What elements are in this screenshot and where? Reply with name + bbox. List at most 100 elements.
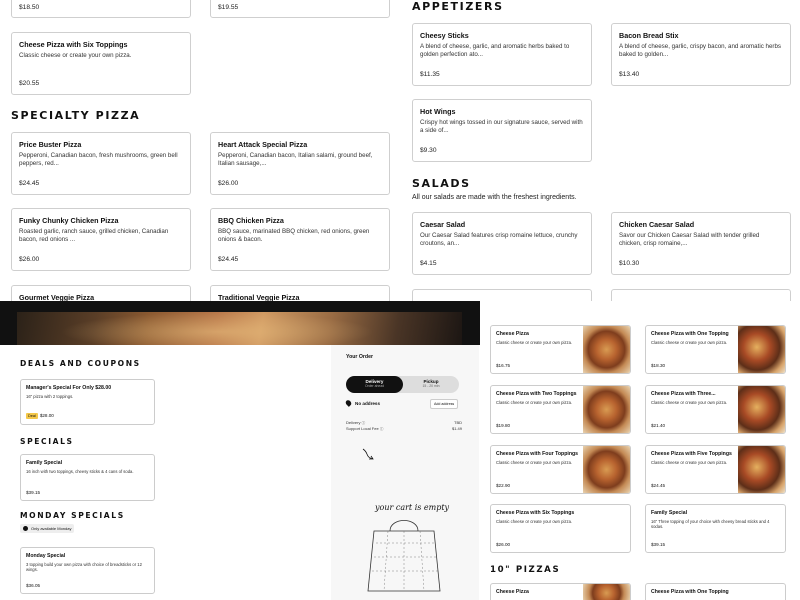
item-price: $24.45 xyxy=(218,256,239,263)
row-label: Delivery xyxy=(346,420,361,425)
menu-item-card[interactable]: Cheese Pizza with Two Toppings Classic c… xyxy=(490,385,631,434)
menu-item-card[interactable]: Chicken Caesar Salad Savor our Chicken C… xyxy=(611,212,791,275)
item-price: $19.80 xyxy=(496,423,511,428)
empty-cart-text: your cart is empty xyxy=(375,503,450,512)
item-title: Hot Wings xyxy=(420,107,456,116)
item-description: A blend of cheese, garlic, and aromatic … xyxy=(420,43,570,59)
section-heading-appetizers: appetizers xyxy=(412,0,504,13)
menu-item-card[interactable]: $19.55 xyxy=(210,0,390,18)
item-price: $4.15 xyxy=(420,260,437,267)
address-row: No address xyxy=(344,399,380,407)
menu-item-card[interactable]: $18.50 xyxy=(11,0,191,18)
item-description: Crispy hot wings tossed in our signature… xyxy=(420,119,583,135)
menu-item-card[interactable]: Cheese Pizza with Five Toppings Classic … xyxy=(645,445,786,494)
support-fee-row: Support Local Fee ⓘ $1.49 xyxy=(346,426,462,432)
menu-item-card[interactable]: Caesar Salad Our Caesar Salad features c… xyxy=(412,212,592,275)
pizza-image xyxy=(738,446,785,493)
item-price: $36.05 xyxy=(26,583,41,588)
deal-card[interactable]: Manager's Special For Only $28.00 16" pi… xyxy=(20,379,155,425)
item-title: Monday Special xyxy=(26,553,66,559)
row-value: $1.49 xyxy=(451,426,462,431)
item-price: $22.90 xyxy=(496,483,511,488)
item-description: Classic cheese or create your own pizza. xyxy=(496,339,573,345)
item-title: Cheese Pizza with Five Toppings xyxy=(651,451,732,457)
menu-item-card[interactable]: Funky Chunky Chicken Pizza Roasted garli… xyxy=(11,208,191,271)
pizza-image xyxy=(738,386,785,433)
section-heading-create: create your own pizza xyxy=(490,308,649,318)
delivery-option[interactable]: Delivery Order ahead xyxy=(346,376,403,393)
item-price: $18.30 xyxy=(651,363,666,368)
item-title: Cheese Pizza with One Topping xyxy=(651,589,729,595)
item-description: Classic cheese or create your own pizza. xyxy=(496,459,573,465)
menu-item-card[interactable]: Bacon Bread Stix A blend of cheese, garl… xyxy=(611,23,791,86)
item-title: Price Buster Pizza xyxy=(19,140,82,149)
menu-item-card[interactable]: Hot Wings Crispy hot wings tossed in our… xyxy=(412,99,592,162)
menu-item-card[interactable]: Family Special 16" Three topping of your… xyxy=(645,504,786,553)
item-title: Cheese Pizza with Six Toppings xyxy=(19,40,128,49)
menu-item-card[interactable]: Heart Attack Special Pizza Pepperoni, Ca… xyxy=(210,132,390,195)
order-title: Your Order xyxy=(346,354,373,360)
item-title: Heart Attack Special Pizza xyxy=(218,140,308,149)
item-price: $16.75 xyxy=(496,363,511,368)
pizza-image xyxy=(583,326,630,373)
menu-item-card[interactable]: Cheese Pizza with One Topping xyxy=(645,583,786,600)
item-description: Savor our Chicken Caesar Salad with tend… xyxy=(619,232,760,248)
deal-card[interactable]: Family Special 16 inch with two toppings… xyxy=(20,454,155,501)
menu-item-card[interactable]: Price Buster Pizza Pepperoni, Canadian b… xyxy=(11,132,191,195)
item-description: Classic cheese or create your own pizza. xyxy=(651,459,728,465)
item-description: Classic cheese or create your own pizza. xyxy=(496,518,573,524)
menu-item-card[interactable]: Cheese Pizza Classic cheese or create yo… xyxy=(490,325,631,374)
item-description: Classic cheese or create your own pizza. xyxy=(19,52,132,59)
menu-item-card[interactable]: Cheese Pizza with Four Toppings Classic … xyxy=(490,445,631,494)
item-description: Classic cheese or create your own pizza. xyxy=(651,339,728,345)
item-price: $26.00 xyxy=(19,256,40,263)
section-heading-salads: salads xyxy=(412,177,471,190)
delivery-sublabel: Order ahead xyxy=(364,384,385,388)
item-description: Classic cheese or create your own pizza. xyxy=(651,399,728,405)
menu-item-card[interactable]: BBQ Chicken Pizza BBQ sauce, marinated B… xyxy=(210,208,390,271)
menu-item-card[interactable]: Cheese Pizza with One Topping Classic ch… xyxy=(645,325,786,374)
menu-item-card[interactable]: Cheese Pizza xyxy=(490,583,631,600)
fulfillment-toggle[interactable]: Delivery Order ahead Pickup 15 - 20 min xyxy=(346,376,459,393)
item-price: $11.35 xyxy=(420,71,440,78)
item-title: Cheesy Sticks xyxy=(420,31,469,40)
item-price: $39.15 xyxy=(651,542,666,547)
section-heading-specialty: specialty pizza xyxy=(11,109,141,122)
clock-icon xyxy=(23,526,28,531)
item-title: Cheese Pizza with Six Toppings xyxy=(496,510,575,516)
item-title: Bacon Bread Stix xyxy=(619,31,679,40)
pizza-image xyxy=(583,386,630,433)
menu-item-card[interactable]: Cheese Pizza with Three... Classic chees… xyxy=(645,385,786,434)
item-description: Pepperoni, Canadian bacon, fresh mushroo… xyxy=(19,152,178,168)
availability-badge: Only available Monday xyxy=(20,524,75,533)
item-title: Cheese Pizza with Two Toppings xyxy=(496,391,577,397)
deal-card[interactable]: Monday Special 3 topping build your own … xyxy=(20,547,155,594)
add-address-button[interactable]: Add address xyxy=(430,399,459,409)
item-price: $39.15 xyxy=(26,490,41,495)
item-description: Our Caesar Salad features crisp romaine … xyxy=(420,232,578,248)
item-price: $26.00 xyxy=(218,180,239,187)
item-description: 3 topping build your own pizza with choi… xyxy=(26,561,142,573)
menu-item-card[interactable]: Cheesy Sticks A blend of cheese, garlic,… xyxy=(412,23,592,86)
item-title: Family Special xyxy=(651,510,688,516)
pizza-image xyxy=(738,326,785,373)
menu-item-card[interactable]: Cheese Pizza with Six Toppings Classic c… xyxy=(490,504,631,553)
location-pin-icon xyxy=(344,399,353,407)
pickup-option[interactable]: Pickup 15 - 20 min xyxy=(403,376,459,393)
frame-edge xyxy=(0,301,480,312)
item-title: Family Special xyxy=(26,460,63,466)
menu-item-card[interactable]: Cheese Pizza with Six Toppings Classic c… xyxy=(11,32,191,95)
pizza-image xyxy=(583,584,630,600)
item-price: $21.40 xyxy=(651,423,666,428)
item-description: 16" Three topping of your choice with ch… xyxy=(651,518,770,530)
item-price: $10.30 xyxy=(619,260,640,267)
item-price: $24.45 xyxy=(651,483,666,488)
pickup-sublabel: 15 - 20 min xyxy=(422,384,440,388)
section-heading-monday: monday specials xyxy=(20,511,125,520)
item-description: Roasted garlic, ranch sauce, grilled chi… xyxy=(19,228,169,244)
item-description: Classic cheese or create your own pizza. xyxy=(496,399,573,405)
item-title: Funky Chunky Chicken Pizza xyxy=(19,216,119,225)
section-heading-specials: specials xyxy=(20,437,74,446)
empty-bag-illustration xyxy=(367,520,441,592)
item-title: BBQ Chicken Pizza xyxy=(218,216,284,225)
